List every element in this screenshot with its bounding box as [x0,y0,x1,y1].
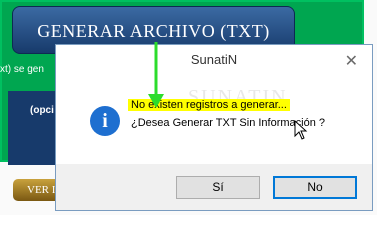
yes-button[interactable]: Sí [176,176,260,199]
dialog-title: SunatiN [190,52,238,67]
close-icon[interactable]: ✕ [345,51,358,71]
message-line-1: No existen registros a generar... [128,99,290,111]
mouse-cursor-icon [294,120,308,140]
options-label: (opci [30,105,54,116]
info-icon: i [90,106,120,136]
background-text: xt) se gen [0,64,44,75]
no-button[interactable]: No [273,176,357,199]
dialog-titlebar: SunatiN ✕ [56,45,372,77]
message-dialog: SunatiN ✕ SUNATIN i No existen registros… [55,44,373,211]
